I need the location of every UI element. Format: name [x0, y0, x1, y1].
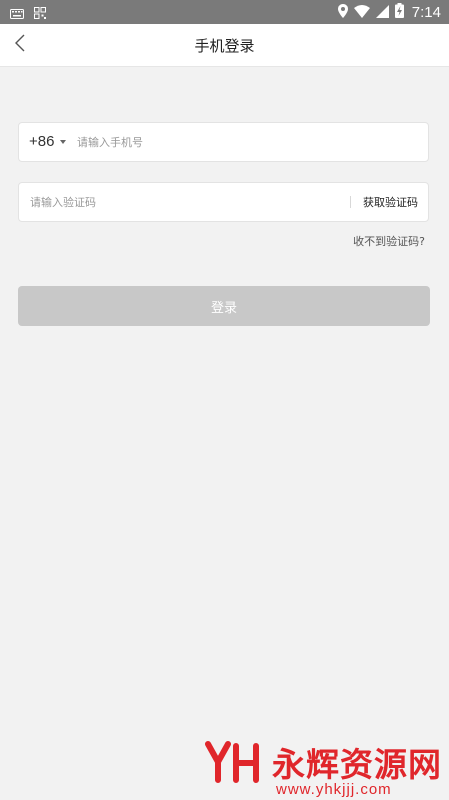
caret-down-icon [60, 140, 67, 144]
phone-input[interactable] [77, 123, 407, 161]
watermark-text: 永辉资源网 [272, 745, 442, 784]
phone-field: +86 [18, 122, 429, 162]
login-button[interactable]: 登录 [18, 286, 430, 326]
qr-scan-icon [34, 4, 46, 23]
wifi-icon [353, 3, 370, 22]
divider [350, 196, 351, 208]
get-code-button[interactable]: 获取验证码 [363, 194, 418, 210]
app-header: 手机登录 [0, 24, 449, 67]
no-code-link[interactable]: 收不到验证码? [353, 233, 425, 249]
watermark-logo-icon [205, 741, 259, 783]
code-input[interactable] [30, 183, 340, 221]
signal-icon [375, 3, 389, 22]
country-code-selector[interactable]: +86 [29, 133, 67, 150]
code-field: 获取验证码 [18, 182, 429, 222]
location-icon [337, 3, 348, 22]
country-code-label: +86 [29, 133, 55, 150]
page-title: 手机登录 [194, 37, 255, 55]
status-bar: 7:14 [0, 0, 449, 24]
keyboard-icon [10, 4, 24, 23]
watermark-url: www.yhkjjj.com [276, 781, 392, 798]
status-time: 7:14 [411, 3, 441, 21]
watermark: 永辉资源网 www.yhkjjj.com [200, 738, 449, 800]
battery-charging-icon [394, 2, 404, 22]
